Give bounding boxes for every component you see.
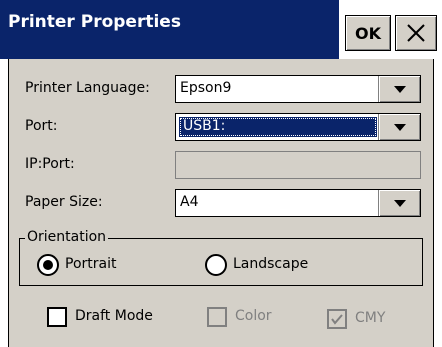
- chevron-down-icon: [393, 123, 406, 131]
- checkmark-icon: [331, 314, 343, 325]
- paper-size-label: Paper Size:: [25, 194, 103, 210]
- paper-size-value: A4: [180, 194, 199, 210]
- orientation-legend: Orientation: [25, 229, 109, 245]
- title-bar: Printer Properties OK: [0, 0, 442, 59]
- ok-button[interactable]: OK: [345, 15, 391, 51]
- close-icon: [407, 24, 425, 42]
- cmy-label: CMY: [355, 310, 386, 326]
- radio-selected-dot: [43, 260, 53, 270]
- printer-language-dropdown-button[interactable]: [378, 76, 420, 102]
- portrait-radio[interactable]: [37, 254, 59, 276]
- printer-language-value: Epson9: [180, 80, 232, 96]
- port-select[interactable]: USB1:: [175, 113, 421, 141]
- portrait-label[interactable]: Portrait: [65, 256, 116, 272]
- landscape-radio[interactable]: [205, 254, 227, 276]
- printer-language-label: Printer Language:: [25, 80, 150, 96]
- port-dropdown-button[interactable]: [378, 114, 420, 140]
- close-button[interactable]: [395, 15, 437, 51]
- printer-properties-dialog: Printer Properties OK Printer Language: …: [0, 0, 442, 347]
- color-label: Color: [235, 308, 272, 324]
- paper-size-dropdown-button[interactable]: [378, 190, 420, 216]
- ip-port-field: [175, 151, 421, 179]
- cmy-checkbox: [327, 309, 347, 329]
- color-checkbox: [207, 307, 227, 327]
- paper-size-select[interactable]: A4: [175, 189, 421, 217]
- landscape-label[interactable]: Landscape: [233, 256, 308, 272]
- draft-mode-checkbox[interactable]: [47, 307, 67, 327]
- chevron-down-icon: [393, 85, 406, 93]
- ip-port-label: IP:Port:: [25, 156, 75, 172]
- printer-language-select[interactable]: Epson9: [175, 75, 421, 103]
- chevron-down-icon: [393, 199, 406, 207]
- port-value: USB1:: [183, 118, 226, 134]
- port-label: Port:: [25, 118, 58, 134]
- dialog-body: Printer Language: Epson9 Port: USB1: IP:…: [8, 59, 434, 347]
- port-selection-highlight: USB1:: [179, 117, 377, 137]
- draft-mode-label[interactable]: Draft Mode: [75, 308, 153, 324]
- window-title: Printer Properties: [8, 12, 181, 32]
